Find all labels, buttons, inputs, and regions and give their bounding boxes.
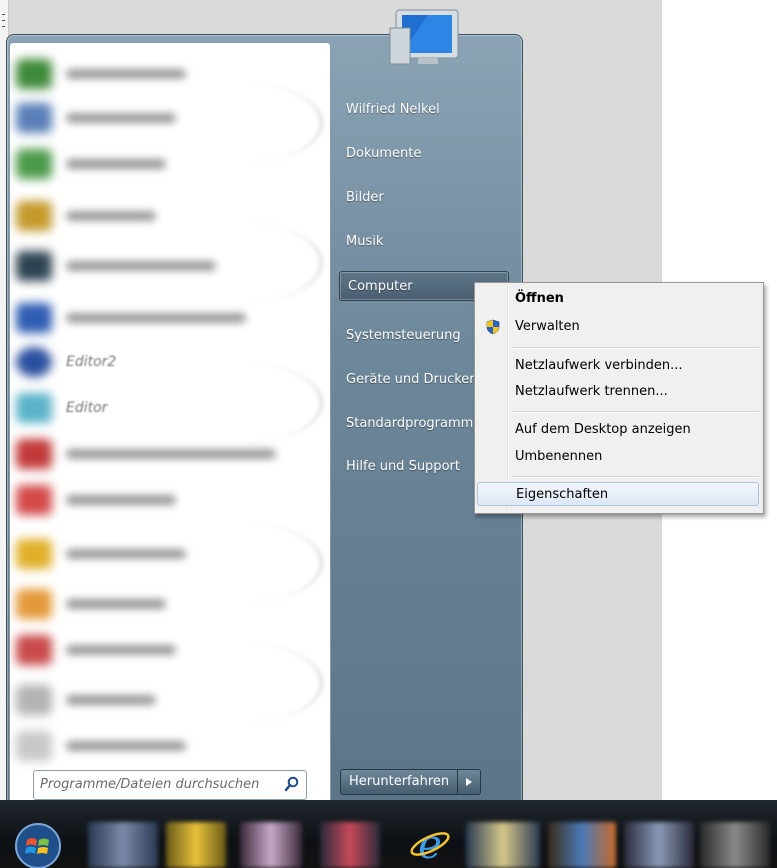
marker [2, 14, 5, 15]
search-box[interactable] [33, 770, 307, 800]
music-link[interactable]: Musik [346, 231, 383, 253]
start-orb-icon[interactable] [10, 818, 66, 868]
taskbar-button[interactable] [700, 822, 770, 868]
pictures-link[interactable]: Bilder [346, 187, 384, 209]
user-folder-link[interactable]: Wilfried Nelkel [346, 99, 440, 121]
taskbar-button[interactable] [166, 822, 226, 868]
program-item[interactable]: Editor [16, 393, 108, 423]
uac-shield-icon [486, 319, 500, 335]
devices-printers-link[interactable]: Geräte und Drucker [346, 369, 475, 391]
programs-pane: Editor2 Editor [9, 42, 331, 814]
program-item[interactable] [16, 589, 166, 619]
menu-separator [511, 347, 759, 349]
program-item[interactable] [16, 103, 176, 133]
program-item[interactable] [16, 485, 176, 515]
program-item[interactable] [16, 635, 176, 665]
menu-item-label: Umbenennen [515, 449, 603, 464]
blur-swirl [160, 363, 323, 443]
taskbar-button[interactable] [320, 822, 380, 868]
context-menu: Öffnen Verwalten Netzlaufwerk verbinden.… [474, 282, 764, 514]
program-item[interactable] [16, 439, 276, 469]
shutdown-button[interactable]: Herunterfahren [341, 770, 459, 794]
menu-item-label: Auf dem Desktop anzeigen [515, 422, 691, 437]
user-picture-icon[interactable] [388, 8, 464, 66]
program-item[interactable] [16, 685, 156, 715]
menu-item-label: Verwalten [515, 319, 580, 334]
program-item[interactable]: Editor2 [16, 347, 117, 377]
program-item[interactable] [16, 201, 156, 231]
blur-swirl [160, 643, 323, 723]
menu-item-properties[interactable]: Eigenschaften [477, 482, 759, 506]
shutdown-options-button[interactable] [458, 770, 481, 794]
shutdown-group: Herunterfahren [340, 769, 482, 795]
program-label: Editor [66, 400, 108, 416]
taskbar-button[interactable] [466, 822, 540, 868]
taskbar-button[interactable] [240, 822, 302, 868]
menu-item-rename[interactable]: Umbenennen [477, 445, 759, 469]
marker [2, 26, 5, 27]
marker [2, 20, 5, 21]
help-support-link[interactable]: Hilfe und Support [346, 456, 460, 478]
blur-swirl [160, 523, 323, 603]
taskbar-button[interactable] [548, 822, 616, 868]
menu-item-open[interactable]: Öffnen [477, 287, 759, 311]
menu-item-label: Netzlaufwerk verbinden... [515, 358, 683, 373]
documents-link[interactable]: Dokumente [346, 143, 421, 165]
search-icon[interactable] [284, 776, 300, 792]
program-label: Editor2 [66, 354, 117, 370]
program-item[interactable] [16, 731, 186, 761]
menu-separator [511, 476, 759, 478]
chevron-right-icon [466, 778, 473, 786]
menu-item-label: Netzlaufwerk trennen... [515, 384, 668, 399]
menu-item-disconnect-drive[interactable]: Netzlaufwerk trennen... [477, 380, 759, 404]
program-item[interactable] [16, 59, 186, 89]
menu-item-show-on-desktop[interactable]: Auf dem Desktop anzeigen [477, 418, 759, 442]
menu-item-map-drive[interactable]: Netzlaufwerk verbinden... [477, 354, 759, 378]
taskbar-button[interactable] [624, 822, 694, 868]
control-panel-link[interactable]: Systemsteuerung [346, 325, 461, 347]
svg-text:e: e [418, 822, 442, 866]
search-input[interactable] [40, 771, 275, 797]
blur-swirl [160, 223, 323, 303]
program-item[interactable] [16, 303, 246, 333]
default-programs-link[interactable]: Standardprogramme [346, 413, 481, 435]
menu-item-manage[interactable]: Verwalten [477, 315, 759, 339]
menu-item-label: Öffnen [515, 291, 564, 306]
program-item[interactable] [16, 149, 166, 179]
menu-item-label: Eigenschaften [516, 487, 609, 502]
internet-explorer-icon[interactable]: e [408, 822, 452, 866]
taskbar-button[interactable] [88, 822, 158, 868]
menu-separator [511, 411, 759, 413]
blur-swirl [160, 83, 323, 163]
